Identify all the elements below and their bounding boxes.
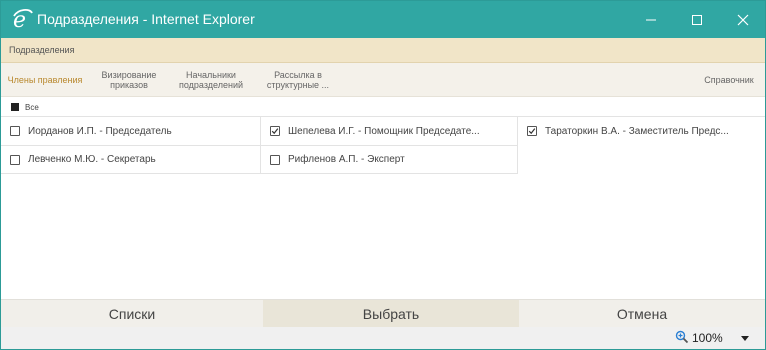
tab-department-heads[interactable]: Начальники подразделений — [169, 63, 253, 96]
member-checkbox[interactable] — [10, 154, 20, 165]
window-title: Подразделения - Internet Explorer — [37, 11, 255, 27]
close-button[interactable] — [720, 1, 765, 38]
zoom-icon — [675, 330, 689, 347]
tab-order-approval[interactable]: Визирование приказов — [89, 63, 169, 96]
minimize-button[interactable] — [628, 1, 674, 38]
member-checkbox[interactable] — [527, 126, 537, 136]
member-label: Левченко М.Ю. - Секретарь — [28, 154, 156, 165]
lists-button[interactable]: Списки — [1, 300, 263, 327]
member-item[interactable]: Шепелева И.Г. - Помощник Председате... — [261, 116, 518, 145]
member-item[interactable]: Рифленов А.П. - Эксперт — [261, 145, 518, 174]
tab-reference[interactable]: Справочник — [697, 63, 761, 96]
member-item[interactable]: Иорданов И.П. - Председатель — [1, 116, 261, 145]
close-icon — [737, 14, 749, 26]
member-label: Иорданов И.П. - Председатель — [28, 125, 172, 137]
checkmark-icon — [271, 128, 279, 135]
ie-window: e Подразделения - Internet Explorer Подр… — [0, 0, 766, 350]
member-label: Тараторкин В.А. - Заместитель Предс... — [545, 125, 729, 137]
maximize-button[interactable] — [674, 1, 720, 38]
tab-bar: Члены правления Визирование приказов Нач… — [1, 63, 765, 97]
select-all-checkbox[interactable] — [11, 103, 19, 111]
member-checkbox[interactable] — [270, 154, 280, 165]
tab-board-members[interactable]: Члены правления — [1, 63, 89, 96]
member-label: Шепелева И.Г. - Помощник Председате... — [288, 125, 480, 137]
tab-structural-mailing[interactable]: Рассылка в структурные ... — [253, 63, 343, 96]
member-item[interactable]: Тараторкин В.А. - Заместитель Предс... — [518, 116, 765, 145]
footer-bar: Списки Выбрать Отмена — [1, 299, 765, 327]
select-button[interactable]: Выбрать — [263, 300, 519, 327]
member-checkbox[interactable] — [270, 126, 280, 136]
cancel-button[interactable]: Отмена — [519, 300, 765, 327]
section-title: Подразделения — [9, 45, 75, 55]
zoom-level: 100% — [692, 331, 723, 345]
member-checkbox[interactable] — [10, 126, 20, 136]
zoom-control[interactable]: 100% — [675, 330, 723, 347]
member-item[interactable]: Левченко М.Ю. - Секретарь — [1, 145, 261, 174]
chevron-down-icon[interactable] — [741, 336, 749, 341]
select-all-toggle[interactable]: Все — [11, 101, 39, 113]
maximize-icon — [691, 14, 703, 26]
minimize-icon — [645, 14, 657, 26]
checkmark-icon — [528, 128, 536, 135]
member-label: Рифленов А.П. - Эксперт — [288, 154, 405, 165]
title-bar[interactable]: e Подразделения - Internet Explorer — [1, 1, 765, 38]
internet-explorer-icon: e — [12, 7, 34, 33]
section-header: Подразделения — [1, 38, 765, 63]
select-all-label: Все — [25, 102, 39, 112]
status-bar: 100% — [1, 327, 765, 349]
